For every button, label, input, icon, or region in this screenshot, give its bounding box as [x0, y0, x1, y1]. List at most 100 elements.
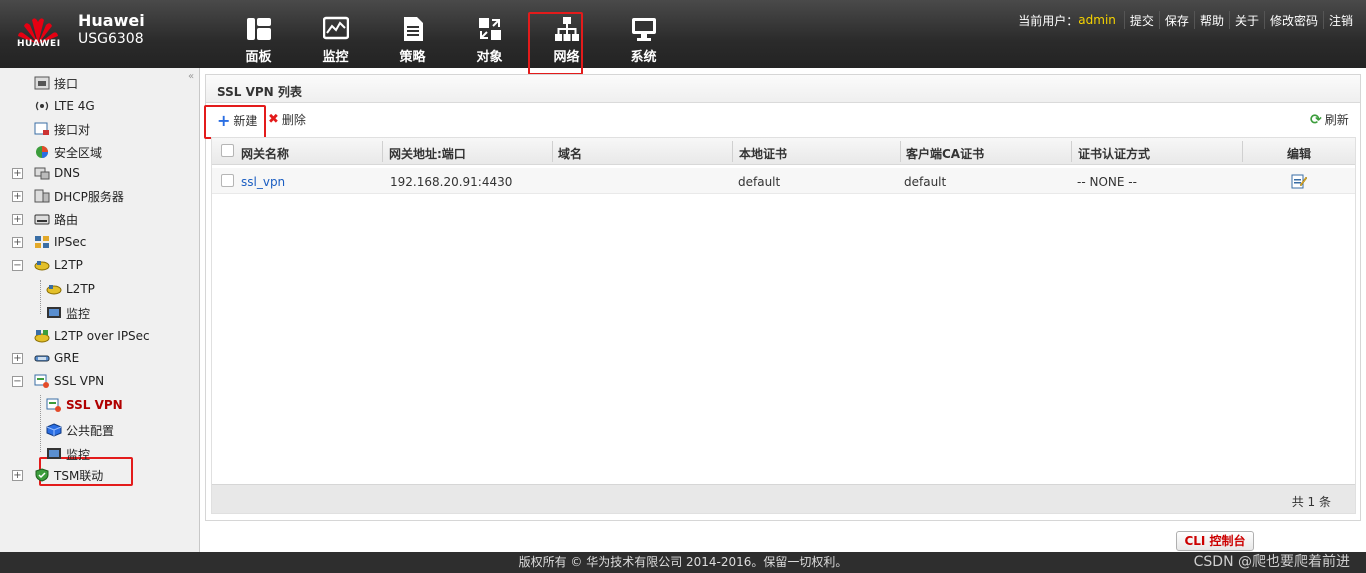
- nav-network[interactable]: 网络: [528, 0, 605, 75]
- sidebar-item-sslvpn[interactable]: SSL VPN: [46, 395, 123, 415]
- expand-dns-toggle[interactable]: +: [12, 168, 23, 179]
- sidebar-item-l2tp-over-ipsec[interactable]: L2TP over IPSec: [34, 326, 150, 346]
- sidebar-item-dns[interactable]: DNS: [34, 163, 80, 183]
- select-all-checkbox[interactable]: [221, 144, 234, 157]
- sidebar-item-label: 安全区域: [54, 145, 103, 160]
- dns-icon: [34, 167, 50, 180]
- expand-dhcp-toggle[interactable]: +: [12, 191, 23, 202]
- security-zone-icon: [36, 146, 48, 158]
- commit-link[interactable]: 提交: [1127, 12, 1157, 29]
- ipsec-icon: [35, 236, 49, 248]
- sidebar-item-sslvpn-monitor[interactable]: 监控: [46, 444, 90, 464]
- expand-gre-toggle[interactable]: +: [12, 353, 23, 364]
- sidebar-item-route[interactable]: 路由: [34, 209, 78, 229]
- signal-icon: [35, 101, 49, 111]
- collapse-sidebar-icon[interactable]: «: [188, 71, 194, 82]
- system-computer-icon: [631, 18, 656, 41]
- device-model: USG6308: [78, 31, 144, 47]
- sslvpn-list-panel: SSL VPN 列表 + 新建 ✖ 删除 ⟳ 刷新 网关名称 网关地址:端口 域…: [204, 74, 1361, 521]
- active-nav-highlight: [528, 12, 583, 75]
- nav-system[interactable]: 系统: [605, 0, 682, 68]
- sidebar-item-label: L2TP: [54, 258, 83, 272]
- sidebar-item-label: 公共配置: [66, 423, 115, 438]
- auth-mode-cell: -- NONE --: [1077, 175, 1137, 189]
- l2tp-icon: [34, 261, 50, 271]
- nav-label: 监控: [322, 50, 349, 65]
- sidebar-item-label: 接口对: [54, 122, 91, 137]
- router-icon: [34, 214, 50, 225]
- plus-icon: +: [217, 111, 231, 130]
- sidebar-item-gre[interactable]: GRE: [34, 348, 79, 368]
- sidebar-item-label: TSM联动: [54, 468, 104, 483]
- sidebar-item-l2tp-group[interactable]: L2TP: [34, 255, 83, 275]
- sidebar-item-label: GRE: [54, 351, 80, 365]
- local-cert-cell: default: [738, 175, 781, 189]
- sidebar-item-interface[interactable]: 接口: [34, 73, 78, 93]
- column-header: 编辑: [1287, 147, 1312, 161]
- dashboard-icon: [246, 18, 271, 40]
- monitor-chart-icon: [322, 16, 349, 40]
- change-password-link[interactable]: 修改密码: [1267, 12, 1321, 29]
- nav-dashboard[interactable]: 面板: [220, 0, 297, 68]
- sidebar-item-sslvpn-group[interactable]: SSL VPN: [34, 371, 104, 391]
- expand-ipsec-toggle[interactable]: +: [12, 237, 23, 248]
- sidebar-item-dhcp[interactable]: DHCP服务器: [34, 186, 124, 206]
- expand-route-toggle[interactable]: +: [12, 214, 23, 225]
- sidebar-item-interface-pair[interactable]: 接口对: [34, 119, 90, 139]
- table-row[interactable]: ssl_vpn 192.168.20.91:4430 default defau…: [212, 168, 1355, 194]
- nav-monitor[interactable]: 监控: [297, 0, 374, 68]
- refresh-icon: ⟳: [1310, 111, 1322, 128]
- copyright-footer: 版权所有 © 华为技术有限公司 2014-2016。保留一切权利。: [0, 552, 1366, 573]
- delete-x-icon: ✖: [268, 112, 279, 127]
- sidebar-item-label: 监控: [66, 447, 91, 462]
- row-checkbox[interactable]: [221, 174, 234, 187]
- sidebar-item-public-config[interactable]: 公共配置: [46, 420, 114, 440]
- logo-text: HUAWEI: [17, 39, 61, 49]
- collapse-l2tp-toggle[interactable]: −: [12, 260, 23, 271]
- watermark-text: CSDN @爬也要爬着前进: [1193, 554, 1350, 570]
- delete-button-label: 删除: [281, 113, 306, 127]
- sidebar-item-label: IPSec: [54, 235, 87, 249]
- sidebar-item-label: L2TP over IPSec: [54, 329, 150, 343]
- sslvpn-icon: [46, 398, 61, 412]
- refresh-button[interactable]: ⟳ 刷新: [1310, 111, 1349, 128]
- sidebar-item-security-zone[interactable]: 安全区域: [34, 142, 102, 162]
- sidebar-item-label: SSL VPN: [66, 398, 123, 412]
- current-user-label: 当前用户：: [1018, 13, 1079, 28]
- table-footer: 共 1 条: [212, 484, 1355, 513]
- column-header: 本地证书: [739, 147, 788, 161]
- new-button[interactable]: + 新建: [217, 111, 257, 130]
- nav-label: 策略: [399, 50, 426, 65]
- sidebar-item-l2tp[interactable]: L2TP: [46, 279, 95, 299]
- sidebar-item-label: DNS: [54, 166, 80, 180]
- expand-tsm-toggle[interactable]: +: [12, 470, 23, 481]
- logout-link[interactable]: 注销: [1326, 12, 1356, 29]
- nav-policy[interactable]: 策略: [374, 0, 451, 68]
- column-header: 域名: [558, 147, 583, 161]
- main-nav: 面板 监控 策略 对象 网络 系统: [220, 0, 682, 75]
- sidebar-item-l2tp-monitor[interactable]: 监控: [46, 303, 90, 323]
- delete-button[interactable]: ✖ 删除: [268, 111, 306, 128]
- nav-object[interactable]: 对象: [451, 0, 528, 68]
- about-link[interactable]: 关于: [1232, 12, 1262, 29]
- l2tp-ipsec-icon: [34, 330, 50, 343]
- brand-title: Huawei USG6308: [78, 11, 145, 49]
- column-header: 客户端CA证书: [906, 147, 985, 161]
- current-user-name: admin: [1078, 13, 1116, 27]
- edit-icon[interactable]: [1291, 173, 1307, 189]
- sslvpn-icon: [34, 374, 49, 388]
- column-header: 网关名称: [241, 147, 290, 161]
- save-link[interactable]: 保存: [1162, 12, 1192, 29]
- help-link[interactable]: 帮助: [1197, 12, 1227, 29]
- dhcp-server-icon: [34, 189, 50, 203]
- collapse-sslvpn-toggle[interactable]: −: [12, 376, 23, 387]
- sidebar-item-lte[interactable]: LTE 4G: [34, 96, 95, 116]
- sidebar-item-ipsec[interactable]: IPSec: [34, 232, 86, 252]
- sidebar-item-tsm[interactable]: TSM联动: [34, 465, 103, 485]
- gre-icon: [34, 355, 50, 362]
- nav-label: 对象: [476, 50, 503, 65]
- monitor-screen-icon: [47, 307, 61, 318]
- gateway-name-link[interactable]: ssl_vpn: [241, 175, 285, 189]
- panel-title: SSL VPN 列表: [206, 75, 1360, 103]
- cli-console-button[interactable]: CLI 控制台: [1176, 531, 1254, 551]
